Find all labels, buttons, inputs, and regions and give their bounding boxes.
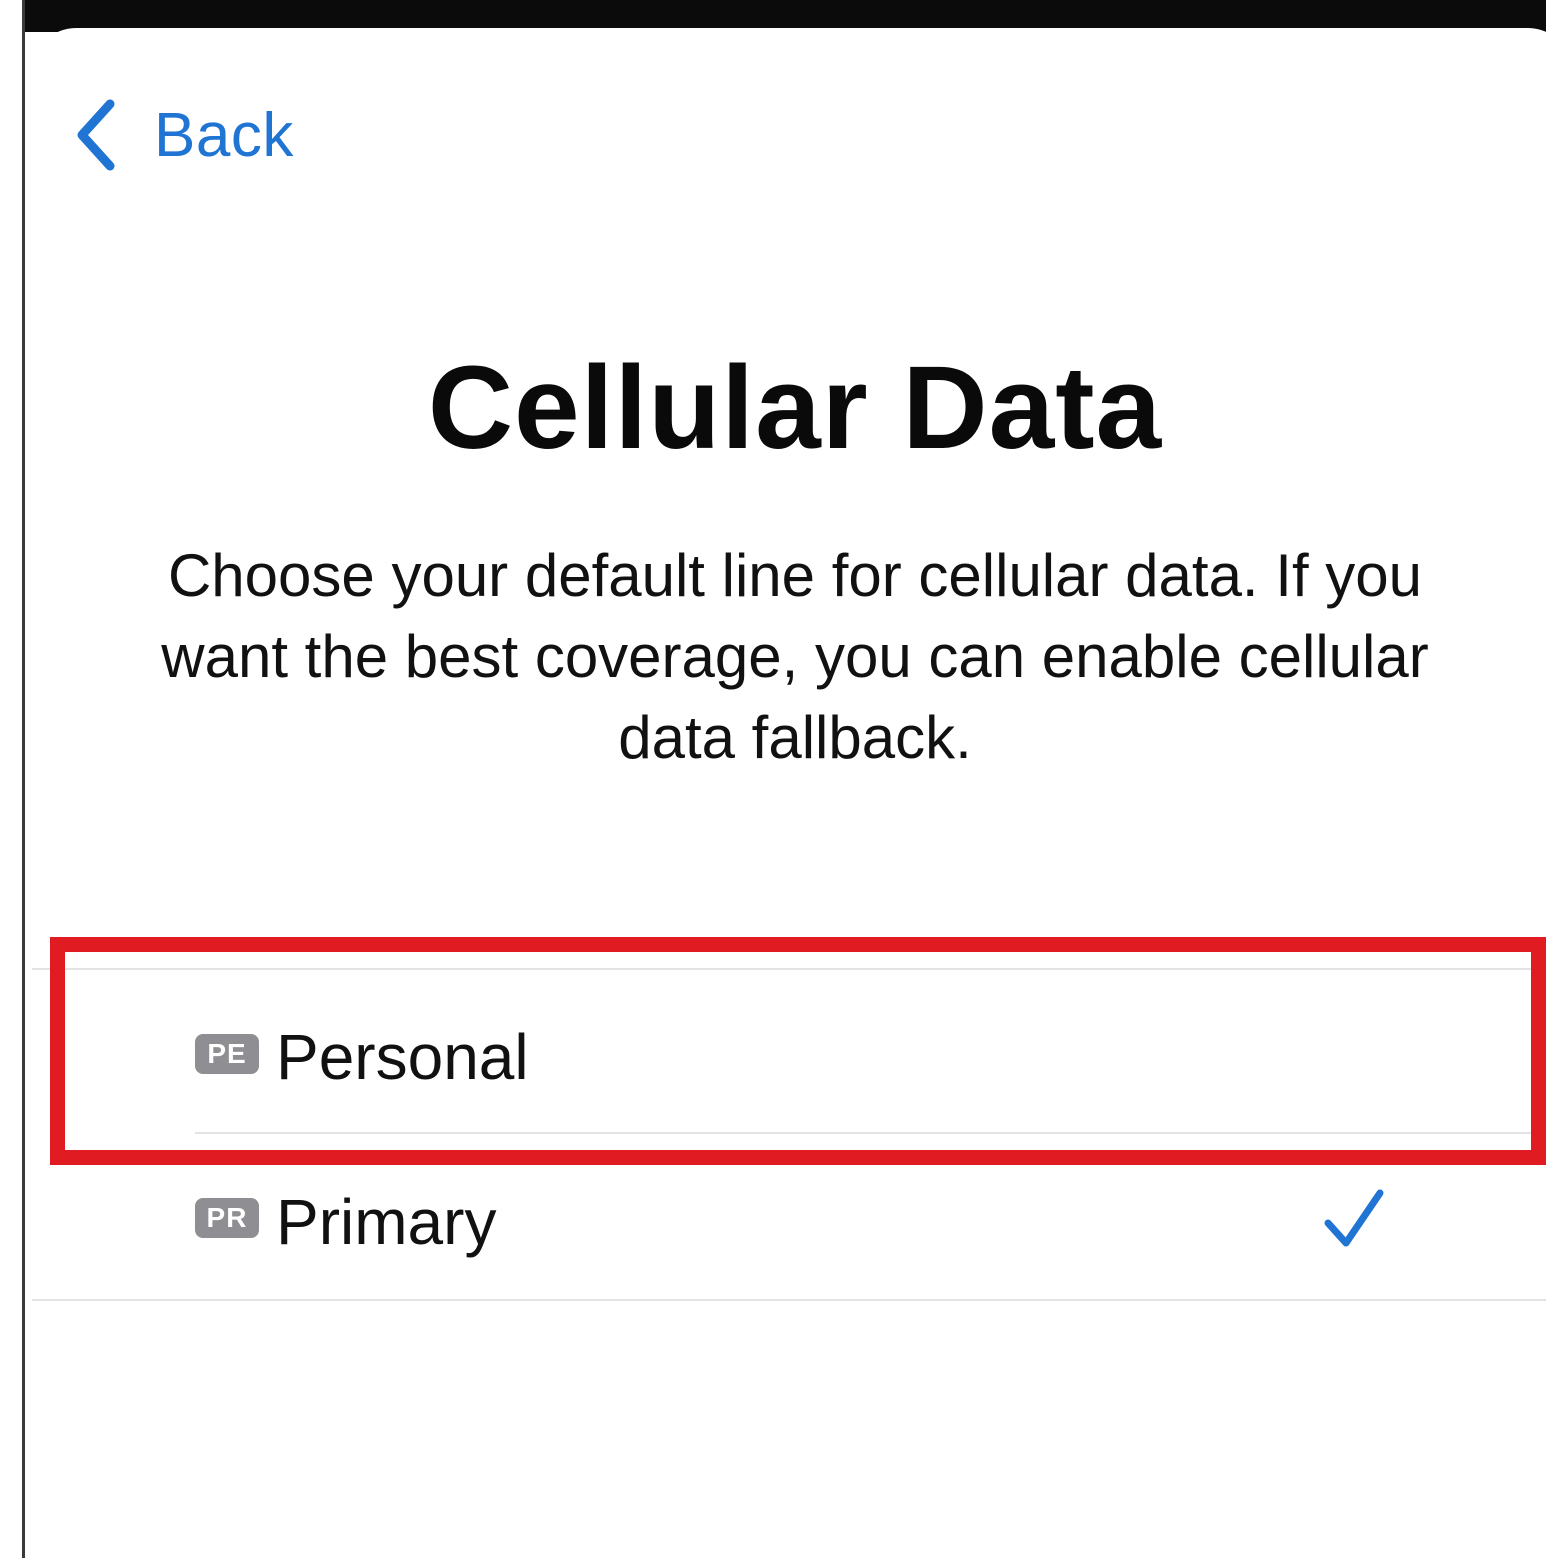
line-badge-personal: PE — [195, 1034, 259, 1074]
line-label-personal: Personal — [276, 1021, 529, 1093]
list-row-divider — [195, 1132, 1546, 1134]
chevron-left-icon — [70, 96, 120, 174]
list-top-divider — [32, 968, 1546, 970]
device-edge — [22, 0, 25, 1558]
back-button[interactable]: Back — [70, 90, 294, 180]
page-description: Choose your default line for cellular da… — [161, 542, 1429, 771]
list-bottom-divider — [32, 1299, 1546, 1301]
screen: Back Cellular Data Choose your default l… — [0, 0, 1546, 1558]
back-label: Back — [154, 100, 294, 170]
line-option-primary[interactable]: PR Primary — [32, 1143, 1546, 1293]
page-title: Cellular Data — [427, 342, 1163, 474]
line-option-personal[interactable]: PE Personal — [32, 980, 1546, 1130]
setup-sheet — [32, 28, 1546, 1558]
line-label-primary: Primary — [276, 1186, 497, 1258]
checkmark-icon — [1322, 1185, 1388, 1256]
line-badge-primary: PR — [195, 1198, 259, 1238]
